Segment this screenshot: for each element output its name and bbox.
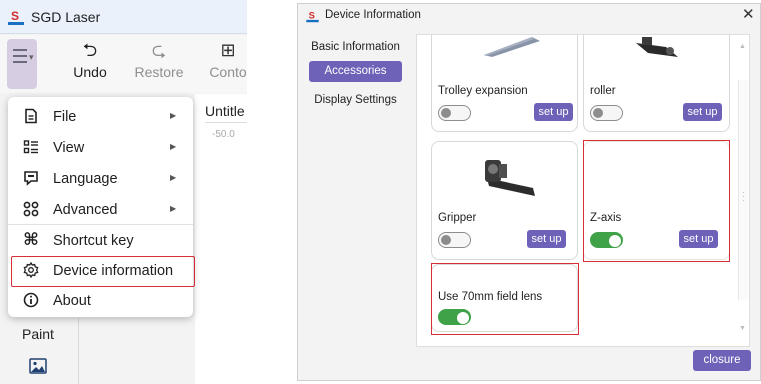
contour-button[interactable]: ⊞ Conto <box>206 39 247 80</box>
restore-button[interactable]: ⮎ Restore <box>131 39 187 80</box>
submenu-arrow-icon: ▶ <box>170 111 177 120</box>
roller-toggle[interactable] <box>590 105 623 121</box>
sgd-logo-icon: S <box>306 10 319 23</box>
accessory-name: Gripper <box>438 212 477 224</box>
undo-icon: ⮌ <box>82 40 98 60</box>
menu-item-advanced-label: Advanced <box>53 202 118 218</box>
accessory-card-gripper: Gripper set up <box>431 141 578 260</box>
dialog-sidebar: Basic Information Accessories Display Se… <box>298 28 413 358</box>
submenu-arrow-icon: ▶ <box>170 204 177 213</box>
svg-text:S: S <box>309 10 315 20</box>
device-information-dialog: S Device Information ✕ Basic Information… <box>297 3 761 381</box>
chevron-down-icon: ▾ <box>29 52 34 62</box>
dialog-title-bar: S Device Information ✕ <box>298 4 760 28</box>
ruler-value: -50.0 <box>212 129 235 140</box>
app-title: SGD Laser <box>31 9 101 25</box>
restore-label: Restore <box>134 64 184 80</box>
accessory-name: roller <box>590 85 616 97</box>
title-bar: S SGD Laser <box>0 0 247 34</box>
main-window: S SGD Laser ▾ ⮌ Undo ⮎ Restore ⊞ Conto U… <box>0 0 247 384</box>
tab-accessories[interactable]: Accessories <box>309 61 402 82</box>
accessories-panel: Trolley expansion set up roller set up G… <box>416 34 750 347</box>
menu-item-language-label: Language <box>53 171 118 187</box>
menu-item-about[interactable]: About <box>8 286 193 316</box>
contour-label: Conto <box>209 64 247 80</box>
scroll-thumb[interactable]: · · · <box>738 80 748 300</box>
menu-item-advanced[interactable]: Advanced ▶ <box>8 195 193 225</box>
side-ruler <box>78 318 79 384</box>
submenu-arrow-icon: ▶ <box>170 173 177 182</box>
menu-item-file[interactable]: File ▶ <box>8 102 193 132</box>
trolley-expansion-setup-button[interactable]: set up <box>534 103 573 121</box>
trolley-expansion-image <box>484 37 540 57</box>
gripper-setup-button[interactable]: set up <box>527 230 566 248</box>
ruler <box>205 122 247 123</box>
redo-icon: ⮎ <box>151 40 167 60</box>
z-axis-highlight-box <box>583 140 730 262</box>
field-lens-highlight-box <box>431 263 579 335</box>
advanced-icon <box>23 201 39 217</box>
scroll-up-icon[interactable]: ▲ <box>739 43 746 50</box>
device-information-highlight-box <box>11 256 195 287</box>
accessory-card-roller: roller set up <box>583 35 730 132</box>
hamburger-menu-button[interactable]: ▾ <box>7 39 37 89</box>
toolbar: ▾ ⮌ Undo ⮎ Restore ⊞ Conto <box>0 35 247 93</box>
scroll-down-icon[interactable]: ▼ <box>739 325 746 332</box>
hamburger-menu-icon <box>13 49 27 67</box>
view-icon <box>23 140 38 154</box>
menu-item-view[interactable]: View ▶ <box>8 133 193 163</box>
contour-icon: ⊞ <box>220 40 236 60</box>
paint-section-label: Paint <box>22 326 54 342</box>
accessory-card-trolley-expansion: Trolley expansion set up <box>431 35 578 132</box>
gripper-toggle[interactable] <box>438 232 471 248</box>
gripper-image <box>485 160 535 196</box>
svg-text:S: S <box>11 9 19 23</box>
menu-item-shortcut-key-label: Shortcut key <box>53 233 134 249</box>
grip-icon: · · · <box>742 187 745 205</box>
submenu-arrow-icon: ▶ <box>170 142 177 151</box>
menu-item-view-label: View <box>53 140 85 156</box>
document-tab-title[interactable]: Untitle <box>205 103 245 119</box>
info-icon <box>23 292 39 308</box>
close-icon[interactable]: ✕ <box>742 5 755 23</box>
screenshot-stage: S SGD Laser ▾ ⮌ Undo ⮎ Restore ⊞ Conto U… <box>0 0 761 384</box>
undo-button[interactable]: ⮌ Undo <box>72 39 108 80</box>
image-icon[interactable] <box>29 358 47 374</box>
roller-setup-button[interactable]: set up <box>683 103 722 121</box>
menu-divider <box>8 224 193 225</box>
undo-label: Undo <box>73 64 107 80</box>
dialog-title: Device Information <box>325 9 421 21</box>
menu-item-file-label: File <box>53 109 77 125</box>
sgd-logo-icon: S <box>8 9 24 25</box>
tab-basic-information[interactable]: Basic Information <box>309 37 402 58</box>
menu-item-about-label: About <box>53 293 91 309</box>
language-icon <box>24 171 38 186</box>
closure-button[interactable]: closure <box>693 350 751 371</box>
trolley-expansion-toggle[interactable] <box>438 105 471 121</box>
menu-item-shortcut-key[interactable]: ⌘ Shortcut key <box>8 226 193 256</box>
roller-image <box>636 37 678 57</box>
tab-display-settings[interactable]: Display Settings <box>309 90 402 111</box>
file-icon <box>25 108 37 124</box>
accessory-name: Trolley expansion <box>438 85 528 97</box>
scrollbar[interactable]: ▲ · · · ▼ <box>737 35 749 346</box>
menu-item-language[interactable]: Language ▶ <box>8 164 193 194</box>
command-key-icon: ⌘ <box>23 230 39 249</box>
